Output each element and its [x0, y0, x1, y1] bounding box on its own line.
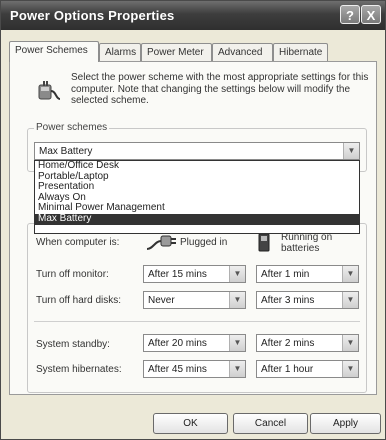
- standby-plugged-value: After 20 mins: [148, 338, 207, 349]
- system-standby-label: System standby:: [36, 339, 110, 350]
- chevron-down-icon[interactable]: ▼: [342, 292, 358, 308]
- plug-icon: [146, 235, 176, 250]
- hibernate-battery-value: After 1 hour: [261, 364, 314, 375]
- close-button[interactable]: X: [361, 5, 381, 24]
- battery-icon: [258, 232, 270, 252]
- system-hibernates-label: System hibernates:: [36, 364, 122, 375]
- chevron-down-icon[interactable]: ▼: [342, 335, 358, 351]
- tab-alarms[interactable]: Alarms: [99, 43, 141, 61]
- monitor-battery-value: After 1 min: [261, 269, 310, 280]
- power-schemes-legend: Power schemes: [34, 122, 110, 133]
- title-bar[interactable]: Power Options Properties ? X: [1, 1, 385, 30]
- power-scheme-dropdown[interactable]: Home/Office Desk Portable/Laptop Present…: [34, 160, 360, 234]
- hibernate-plugged-select[interactable]: After 45 mins ▼: [143, 360, 246, 378]
- chevron-down-icon[interactable]: ▼: [229, 361, 245, 377]
- settings-divider: [34, 321, 360, 322]
- power-plug-icon: [38, 81, 61, 100]
- standby-battery-value: After 2 mins: [261, 338, 315, 349]
- ok-button[interactable]: OK: [153, 413, 228, 434]
- standby-plugged-select[interactable]: After 20 mins ▼: [143, 334, 246, 352]
- power-options-window: Power Options Properties ? X Power Schem…: [0, 0, 386, 440]
- monitor-plugged-value: After 15 mins: [148, 269, 207, 280]
- chevron-down-icon[interactable]: ▼: [229, 266, 245, 282]
- power-scheme-value: Max Battery: [39, 146, 93, 157]
- dropdown-option[interactable]: Home/Office Desk: [35, 160, 359, 172]
- chevron-down-icon[interactable]: ▼: [229, 335, 245, 351]
- cancel-button[interactable]: Cancel: [233, 413, 308, 434]
- tab-hibernate[interactable]: Hibernate: [273, 43, 328, 61]
- hard-disks-battery-value: After 3 mins: [261, 295, 315, 306]
- tab-power-meter[interactable]: Power Meter: [141, 43, 212, 61]
- hibernate-plugged-value: After 45 mins: [148, 364, 207, 375]
- hard-disks-plugged-select[interactable]: Never ▼: [143, 291, 246, 309]
- when-computer-is-label: When computer is:: [36, 237, 120, 248]
- chevron-down-icon[interactable]: ▼: [229, 292, 245, 308]
- dropdown-option-selected[interactable]: Max Battery: [35, 213, 359, 225]
- turn-off-monitor-label: Turn off monitor:: [36, 269, 109, 280]
- power-scheme-select[interactable]: Max Battery ▼: [34, 142, 360, 160]
- standby-battery-select[interactable]: After 2 mins ▼: [256, 334, 359, 352]
- plugged-in-label: Plugged in: [180, 237, 228, 248]
- running-on-batteries-label: Running on batteries: [281, 232, 333, 254]
- monitor-battery-select[interactable]: After 1 min ▼: [256, 265, 359, 283]
- chevron-down-icon[interactable]: ▼: [343, 143, 359, 159]
- chevron-down-icon[interactable]: ▼: [342, 361, 358, 377]
- tab-power-schemes[interactable]: Power Schemes: [9, 41, 99, 62]
- turn-off-hard-disks-label: Turn off hard disks:: [36, 295, 122, 306]
- monitor-plugged-select[interactable]: After 15 mins ▼: [143, 265, 246, 283]
- window-title: Power Options Properties: [10, 8, 175, 23]
- hard-disks-plugged-value: Never: [148, 295, 175, 306]
- chevron-down-icon[interactable]: ▼: [342, 266, 358, 282]
- hard-disks-battery-select[interactable]: After 3 mins ▼: [256, 291, 359, 309]
- scheme-description: Select the power scheme with the most ap…: [71, 72, 369, 106]
- apply-button[interactable]: Apply: [310, 413, 381, 434]
- tab-advanced[interactable]: Advanced: [212, 43, 273, 61]
- help-button[interactable]: ?: [340, 5, 360, 24]
- hibernate-battery-select[interactable]: After 1 hour ▼: [256, 360, 359, 378]
